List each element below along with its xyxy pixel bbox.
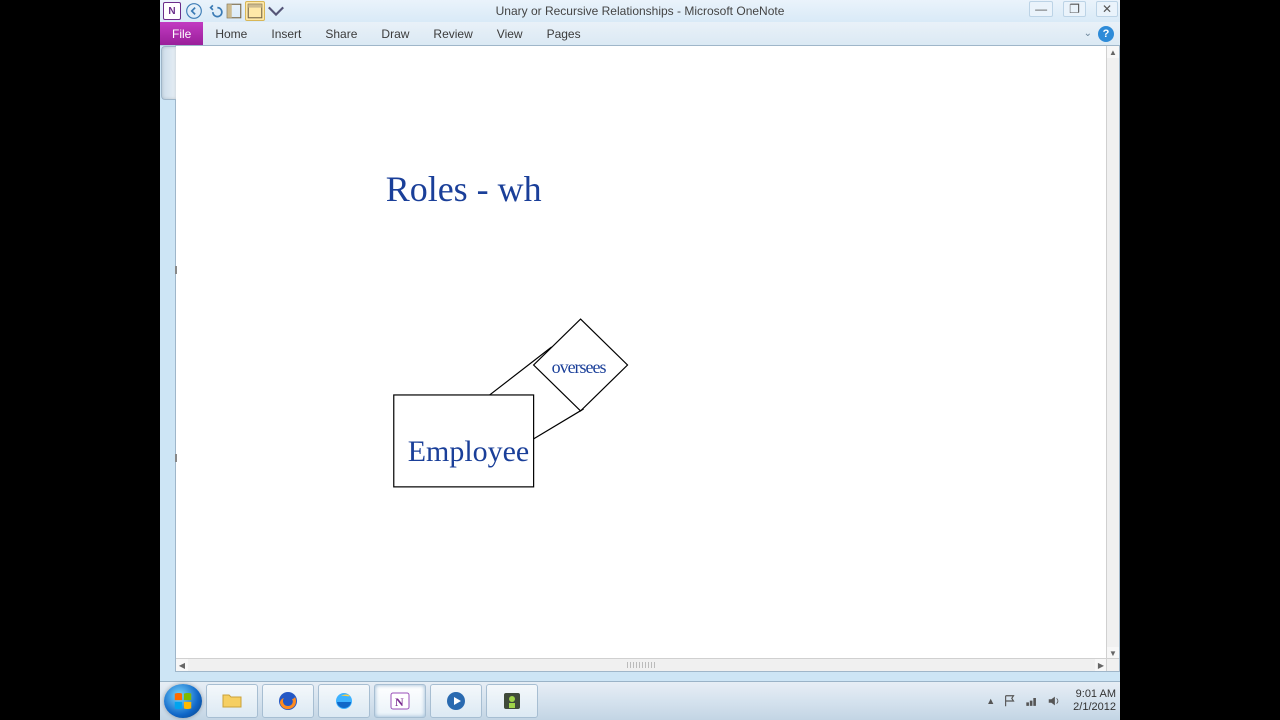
window-title: Unary or Recursive Relationships - Micro…	[160, 4, 1120, 18]
taskbar-ie[interactable]	[318, 684, 370, 718]
onenote-icon: N	[388, 689, 412, 713]
flag-icon[interactable]	[1003, 694, 1017, 708]
page-canvas[interactable]: Roles - wh Employee oversees ▲ ▼ ◀ ▶	[175, 45, 1120, 672]
tab-home[interactable]: Home	[203, 22, 259, 45]
taskbar: N ▲ 9:01 AM 2/1/2012	[160, 681, 1120, 720]
media-player-icon	[444, 689, 468, 713]
scroll-left-button[interactable]: ◀	[176, 659, 188, 671]
hscroll-track[interactable]	[188, 659, 1095, 671]
system-tray: ▲ 9:01 AM 2/1/2012	[986, 682, 1116, 720]
volume-icon[interactable]	[1047, 694, 1061, 708]
navigation-pane-grip[interactable]	[161, 46, 176, 100]
tray-clock[interactable]: 9:01 AM 2/1/2012	[1073, 688, 1116, 714]
taskbar-onenote[interactable]: N	[374, 684, 426, 718]
scroll-corner	[1106, 658, 1119, 671]
ink-heading: Roles - wh	[386, 169, 542, 209]
qat-customize-button[interactable]	[267, 2, 285, 20]
tab-draw[interactable]: Draw	[369, 22, 421, 45]
tab-file[interactable]: File	[160, 22, 203, 45]
minimize-button[interactable]: —	[1029, 1, 1053, 17]
start-button[interactable]	[164, 684, 202, 718]
tray-time: 9:01 AM	[1073, 688, 1116, 701]
taskbar-explorer[interactable]	[206, 684, 258, 718]
tab-view[interactable]: View	[485, 22, 535, 45]
scroll-up-button[interactable]: ▲	[1107, 46, 1119, 58]
entity-label: Employee	[408, 435, 529, 468]
taskbar-media-player[interactable]	[430, 684, 482, 718]
internet-explorer-icon	[332, 689, 356, 713]
svg-text:N: N	[395, 695, 404, 709]
ribbon-expand-icon[interactable]: ⌄	[1084, 28, 1092, 39]
tab-share[interactable]: Share	[313, 22, 369, 45]
undo-button[interactable]	[205, 2, 223, 20]
folder-icon	[220, 689, 244, 713]
windows-logo-icon	[172, 690, 194, 712]
connector-top	[490, 347, 552, 395]
network-icon[interactable]	[1025, 694, 1039, 708]
firefox-icon	[276, 689, 300, 713]
app-window: N Unary or Recursive Relationships - Mic…	[160, 0, 1120, 720]
horizontal-scrollbar[interactable]: ◀ ▶	[176, 658, 1107, 671]
hscroll-grip-icon	[627, 662, 657, 668]
back-button[interactable]	[185, 2, 203, 20]
taskbar-firefox[interactable]	[262, 684, 314, 718]
camtasia-icon	[500, 689, 524, 713]
relationship-label: oversees	[552, 357, 607, 377]
tray-date: 2/1/2012	[1073, 701, 1116, 714]
tab-pages[interactable]: Pages	[535, 22, 593, 45]
tray-show-hidden-button[interactable]: ▲	[986, 696, 995, 706]
tab-review[interactable]: Review	[421, 22, 484, 45]
vscroll-track[interactable]	[1107, 58, 1119, 647]
dock-left-button[interactable]	[225, 2, 243, 20]
ink-drawing: Roles - wh Employee oversees	[176, 46, 1119, 671]
title-bar: N Unary or Recursive Relationships - Mic…	[160, 0, 1120, 22]
connector-bottom	[534, 409, 584, 439]
taskbar-camtasia[interactable]	[486, 684, 538, 718]
help-button[interactable]: ?	[1098, 26, 1114, 42]
ribbon-tabs: File Home Insert Share Draw Review View …	[160, 22, 1120, 46]
onenote-app-icon: N	[163, 2, 181, 20]
full-page-view-button[interactable]	[245, 1, 265, 21]
close-button[interactable]: ✕	[1096, 1, 1118, 17]
vertical-scrollbar[interactable]: ▲ ▼	[1106, 46, 1119, 659]
maximize-button[interactable]: ❐	[1063, 1, 1086, 17]
tab-insert[interactable]: Insert	[259, 22, 313, 45]
